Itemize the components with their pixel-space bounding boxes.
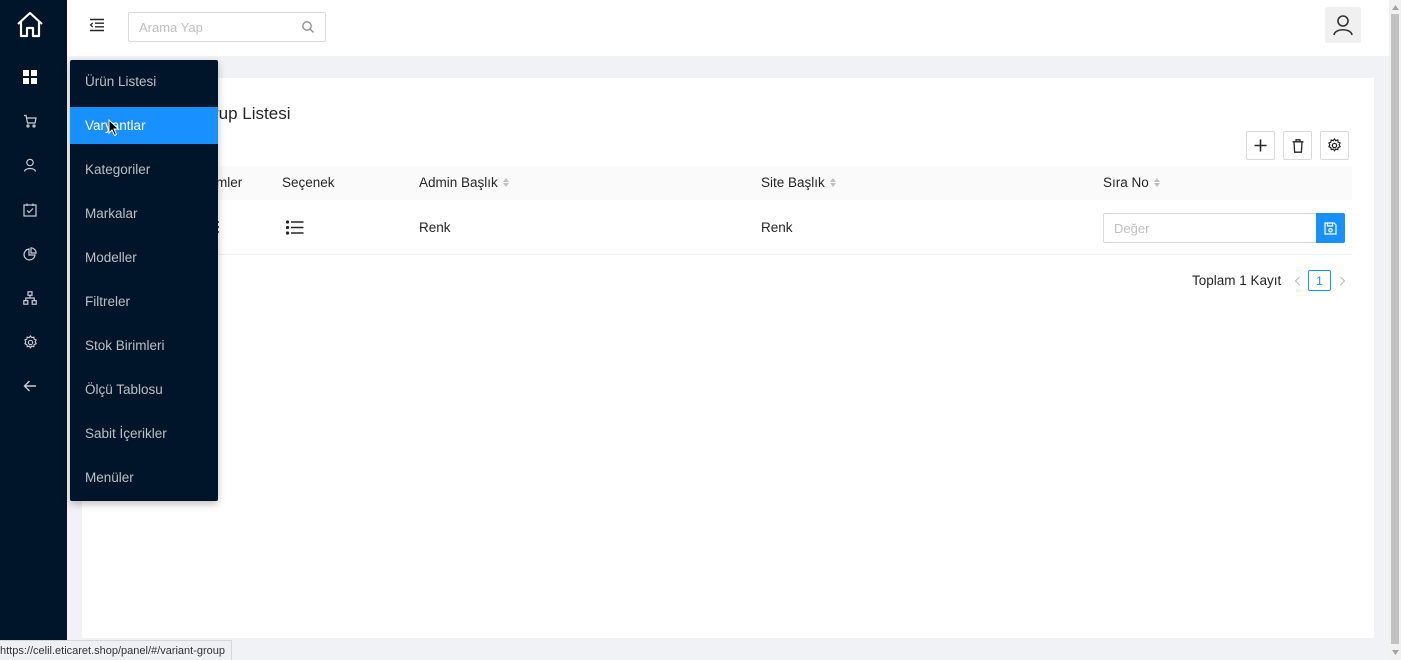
submenu-item-menus[interactable]: Menüler <box>70 459 218 496</box>
page-title: rup Listesi <box>213 104 291 123</box>
top-header <box>67 0 1389 56</box>
browser-status-url: https://celil.eticaret.shop/panel/#/vari… <box>0 640 233 660</box>
user-icon <box>1333 15 1353 36</box>
home-button[interactable] <box>8 7 52 41</box>
pagination-next-button[interactable] <box>1336 274 1348 288</box>
submenu-item-models[interactable]: Modeller <box>70 239 218 276</box>
cart-icon <box>24 114 37 128</box>
column-header: mler <box>216 175 243 190</box>
vertical-scrollbar[interactable] <box>1389 0 1401 660</box>
sort-icon[interactable] <box>1153 178 1160 187</box>
nav-dashboard[interactable] <box>0 55 60 99</box>
submenu-item-static-contents[interactable]: Sabit İçerikler <box>70 415 218 452</box>
home-icon <box>17 11 43 38</box>
submenu-item-brands[interactable]: Markalar <box>70 195 218 232</box>
chevron-left-icon <box>1294 276 1300 286</box>
table-header: mler Seçenek Admin Başlık Site Başlık Sı… <box>82 166 1352 200</box>
save-order-button[interactable] <box>1316 213 1345 243</box>
column-header-site-title[interactable]: Site Başlık <box>761 175 836 190</box>
site-title-cell: Renk <box>761 220 793 235</box>
scroll-up-arrow-icon[interactable] <box>1391 2 1399 12</box>
trash-icon <box>1292 138 1303 153</box>
products-submenu: Ürün Listesi Varyantlar Kategoriler Mark… <box>70 60 218 501</box>
calendar-check-icon <box>23 203 37 217</box>
column-header-order[interactable]: Sıra No <box>1103 175 1160 190</box>
order-value-input[interactable] <box>1103 213 1317 243</box>
nav-reports[interactable] <box>0 232 60 276</box>
plus-icon <box>1254 139 1267 152</box>
nav-tasks[interactable] <box>0 188 60 232</box>
search-input[interactable] <box>129 13 299 41</box>
delete-button[interactable] <box>1283 131 1312 160</box>
nav-back[interactable] <box>0 364 60 408</box>
submenu-item-filters[interactable]: Filtreler <box>70 283 218 320</box>
submenu-item-stock-units[interactable]: Stok Birimleri <box>70 327 218 364</box>
sort-icon[interactable] <box>502 178 509 187</box>
pie-chart-icon <box>23 247 37 261</box>
chevron-right-icon <box>1339 276 1345 286</box>
sidebar <box>0 0 67 660</box>
submenu-item-product-list[interactable]: Ürün Listesi <box>70 63 218 100</box>
submenu-item-categories[interactable]: Kategoriler <box>70 151 218 188</box>
user-avatar-button[interactable] <box>1325 7 1361 43</box>
add-button[interactable] <box>1246 131 1275 160</box>
column-header-admin-title[interactable]: Admin Başlık <box>419 175 509 190</box>
search-icon[interactable] <box>301 20 315 34</box>
save-icon <box>1324 221 1337 235</box>
pagination-prev-button[interactable] <box>1291 274 1303 288</box>
pagination-total: Toplam 1 Kayıt <box>1192 273 1282 288</box>
user-icon <box>23 158 37 172</box>
submenu-item-variants[interactable]: Varyantlar <box>70 107 218 144</box>
search-box <box>128 12 326 42</box>
pagination-page[interactable]: 1 <box>1308 270 1331 291</box>
submenu-item-size-chart[interactable]: Ölçü Tablosu <box>70 371 218 408</box>
settings-icon <box>23 334 37 349</box>
content-card: rup Listesi mler Seçenek Admin Başlık Si… <box>82 78 1374 638</box>
admin-title-cell: Renk <box>419 220 451 235</box>
nav-user[interactable] <box>0 143 60 187</box>
back-arrow-icon <box>23 380 36 392</box>
menu-fold-icon <box>89 18 104 32</box>
column-header-option: Seçenek <box>282 175 335 190</box>
dashboard-icon <box>23 70 37 84</box>
sort-icon[interactable] <box>829 178 836 187</box>
sitemap-icon <box>23 291 37 305</box>
nav-settings[interactable] <box>0 320 60 364</box>
scrollbar-thumb[interactable] <box>1391 14 1399 644</box>
nav-structure[interactable] <box>0 276 60 320</box>
menu-toggle-button[interactable] <box>87 15 107 35</box>
scroll-down-arrow-icon[interactable] <box>1391 647 1399 657</box>
settings-icon <box>1328 138 1341 152</box>
table-settings-button[interactable] <box>1320 131 1349 160</box>
list-icon <box>285 220 304 235</box>
nav-cart[interactable] <box>0 99 60 143</box>
options-list-button[interactable] <box>285 220 304 238</box>
